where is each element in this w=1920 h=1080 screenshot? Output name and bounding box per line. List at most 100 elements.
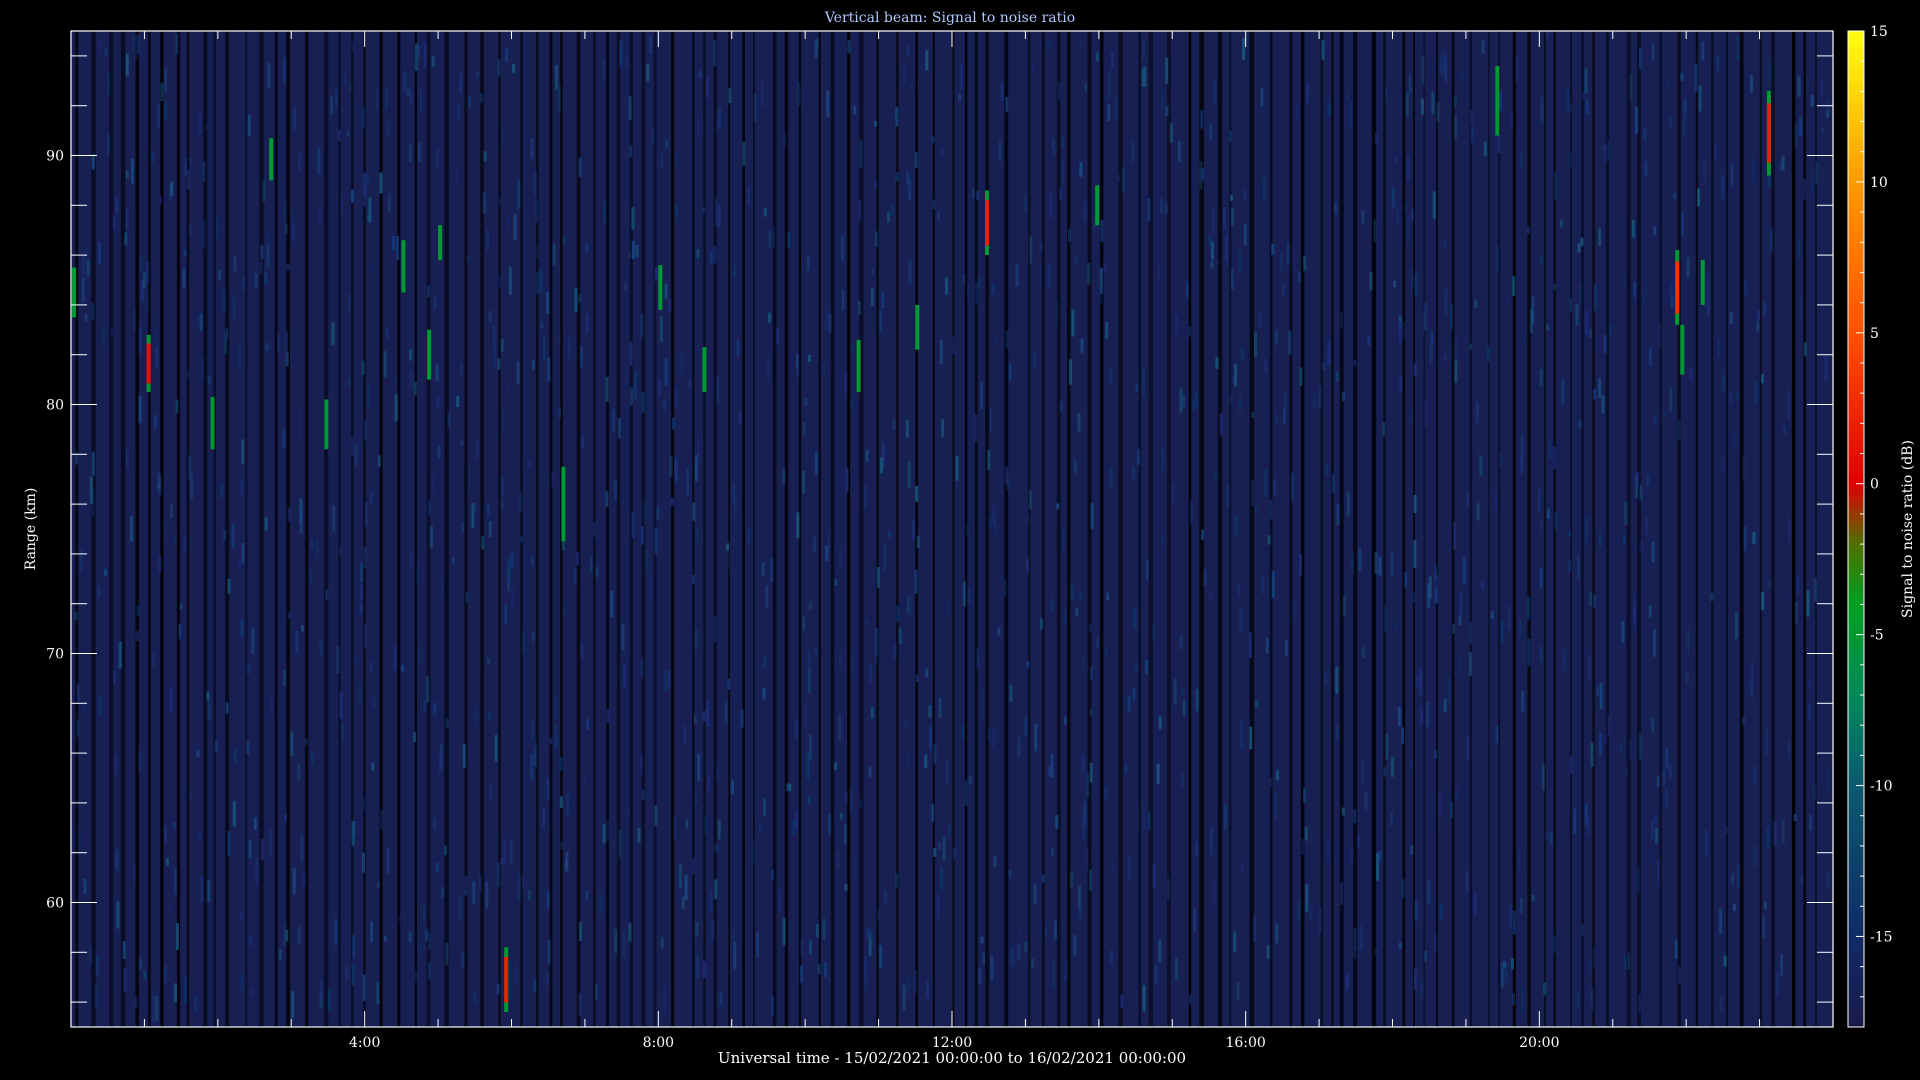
- speckle: [270, 697, 274, 717]
- speckle: [1261, 575, 1265, 595]
- speckle: [1008, 363, 1012, 381]
- speckle: [1753, 844, 1757, 868]
- speckle: [1787, 391, 1791, 420]
- speckle: [763, 798, 767, 816]
- speckle: [1444, 55, 1448, 82]
- speckle: [488, 521, 492, 538]
- speckle: [418, 142, 421, 163]
- speckle: [1275, 414, 1278, 423]
- speckle: [1110, 950, 1113, 965]
- speckle: [227, 831, 231, 857]
- speckle: [1663, 411, 1666, 418]
- speckle: [441, 886, 445, 899]
- speckle: [247, 114, 251, 137]
- speckle: [706, 699, 710, 727]
- speckle: [1576, 554, 1580, 581]
- speckle: [380, 809, 384, 830]
- speckle: [202, 220, 206, 249]
- speckle: [836, 849, 840, 869]
- speckle: [1494, 493, 1498, 510]
- speckle: [1401, 879, 1405, 899]
- speckle: [925, 668, 929, 678]
- speckle: [1374, 133, 1378, 144]
- speckle: [1465, 870, 1469, 894]
- speckle: [1736, 36, 1740, 61]
- speckle: [1720, 175, 1724, 196]
- speckle: [1624, 501, 1628, 525]
- speckle: [1761, 374, 1764, 384]
- gap-stripe: [176, 31, 181, 1027]
- gap-stripe: [1353, 31, 1358, 1027]
- speckle: [1674, 939, 1678, 959]
- speckle: [424, 42, 427, 69]
- speckle: [465, 592, 469, 603]
- speckle: [1404, 202, 1408, 214]
- speckle: [912, 518, 915, 540]
- speckle: [619, 40, 623, 67]
- speckle: [1495, 725, 1499, 743]
- chart-title: Vertical beam: Signal to noise ratio: [824, 10, 1075, 26]
- speckle: [1406, 215, 1410, 243]
- speckle: [349, 83, 353, 91]
- speckle: [1063, 716, 1067, 725]
- speckle: [1182, 395, 1186, 408]
- speckle: [214, 739, 218, 753]
- speckle: [1654, 814, 1658, 826]
- speckle: [254, 272, 258, 288]
- speckle: [118, 641, 122, 669]
- speckle: [1258, 311, 1262, 329]
- speckle: [1264, 470, 1267, 497]
- speckle: [173, 532, 177, 544]
- speckle: [377, 455, 381, 468]
- speckle: [351, 964, 355, 986]
- speckle: [546, 972, 550, 985]
- speckle: [1231, 375, 1235, 384]
- speckle: [1509, 904, 1513, 927]
- speckle: [982, 952, 986, 964]
- speckle: [1419, 706, 1423, 725]
- speckle: [530, 774, 534, 782]
- speckle: [989, 408, 993, 433]
- speckle: [1378, 850, 1382, 861]
- speckle: [1716, 55, 1720, 72]
- speckle: [406, 88, 410, 97]
- speckle: [1584, 68, 1588, 94]
- speckle: [1656, 775, 1660, 788]
- speckle: [788, 783, 792, 792]
- speckle: [174, 983, 177, 1003]
- speckle: [648, 576, 652, 601]
- speckle: [339, 691, 343, 719]
- speckle: [1809, 814, 1813, 831]
- speckle: [1297, 272, 1301, 283]
- speckle: [631, 512, 635, 538]
- speckle: [746, 529, 750, 545]
- speckle: [865, 449, 869, 462]
- speckle: [1602, 144, 1606, 151]
- speckle: [834, 762, 837, 770]
- speckle: [864, 978, 868, 990]
- speckle: [1497, 134, 1501, 154]
- speckle: [241, 543, 245, 564]
- speckle: [1733, 904, 1736, 912]
- speckle: [709, 890, 713, 912]
- detection: [504, 947, 509, 1012]
- speckle: [1481, 581, 1485, 590]
- speckle: [283, 924, 287, 948]
- detection: [324, 399, 329, 450]
- gap-stripe: [952, 31, 955, 1027]
- speckle: [1201, 529, 1204, 540]
- speckle: [1279, 252, 1283, 271]
- speckle: [1424, 950, 1427, 962]
- speckle: [1813, 577, 1817, 602]
- speckle: [158, 556, 162, 572]
- speckle: [207, 702, 211, 720]
- speckle: [1375, 947, 1378, 955]
- speckle: [1754, 381, 1758, 405]
- speckle: [1813, 784, 1817, 801]
- speckle: [762, 687, 766, 700]
- speckle: [1342, 391, 1346, 402]
- speckle: [1799, 116, 1802, 137]
- speckle: [1638, 733, 1642, 760]
- speckle: [1332, 473, 1336, 494]
- speckle: [104, 47, 108, 56]
